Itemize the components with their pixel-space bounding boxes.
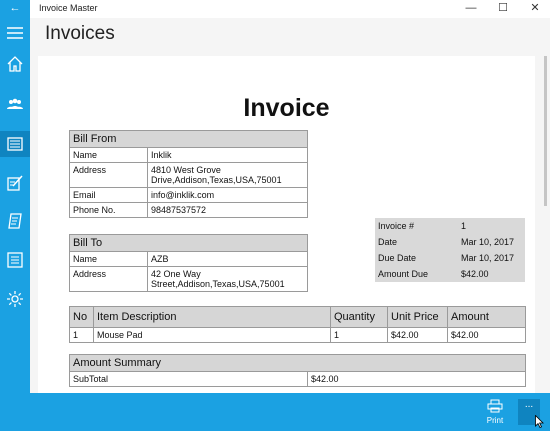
- table-cell: 1: [330, 327, 388, 343]
- meta-row-date: Date Mar 10, 2017: [375, 234, 525, 250]
- home-icon: [7, 56, 23, 72]
- bill-from-name-value: Inklik: [147, 147, 308, 163]
- bill-to-address-label: Address: [69, 266, 148, 292]
- meta-row-invoice-number: Invoice # 1: [375, 218, 525, 234]
- table-cell: $42.00: [387, 327, 448, 343]
- subtotal-label: SubTotal: [69, 371, 308, 387]
- more-icon: ...: [524, 399, 534, 410]
- edit-icon: [7, 175, 23, 191]
- sidebar-item-reports[interactable]: [0, 247, 30, 273]
- table-cell: $42.00: [447, 327, 526, 343]
- sidebar-item-customers[interactable]: [0, 91, 30, 117]
- sidebar-item-settings[interactable]: [0, 286, 30, 312]
- invoice-meta-box: Invoice # 1 Date Mar 10, 2017 Due Date Mar …: [375, 218, 525, 282]
- table-cell: 1: [69, 327, 94, 343]
- meta-label: Invoice #: [378, 221, 415, 231]
- bill-from-phone-value: 98487537572: [147, 202, 308, 218]
- sidebar-item-edit[interactable]: [0, 170, 30, 196]
- print-icon: [487, 399, 503, 413]
- meta-label: Due Date: [378, 253, 417, 263]
- scrollbar-thumb[interactable]: [544, 56, 547, 206]
- bill-to-name-value: AZB: [147, 251, 308, 267]
- amount-summary-heading: Amount Summary: [69, 354, 526, 372]
- table-row: 1 Mouse Pad 1 $42.00 $42.00: [69, 327, 526, 343]
- minimize-icon: —: [465, 2, 477, 14]
- table-cell: Mouse Pad: [93, 327, 331, 343]
- bill-from-address-line2: Drive,Addison,Texas,USA,75001: [151, 175, 282, 185]
- print-label: Print: [486, 416, 504, 425]
- sidebar: [0, 18, 30, 431]
- print-button[interactable]: Print: [480, 399, 510, 429]
- vertical-scrollbar[interactable]: [542, 56, 548, 393]
- meta-row-amount-due: Amount Due $42.00: [375, 266, 525, 282]
- hamburger-menu-button[interactable]: [0, 20, 30, 46]
- settings-icon: [7, 291, 23, 307]
- bill-to-heading: Bill To: [69, 234, 308, 252]
- amount-summary-table: Amount Summary SubTotal $42.00: [69, 354, 526, 387]
- bill-to-table: Bill To Name AZB Address 42 One Way Street,…: [69, 234, 308, 292]
- mouse-cursor-icon: [535, 415, 544, 428]
- bill-to-address-line1: 42 One Way: [151, 269, 201, 279]
- maximize-button[interactable]: ☐: [488, 0, 518, 18]
- meta-value: Mar 10, 2017: [461, 237, 515, 247]
- invoice-document: Invoice Bill From Name Inklik Address 4810…: [38, 56, 535, 393]
- meta-value: Mar 10, 2017: [461, 253, 515, 263]
- bill-from-address-label: Address: [69, 162, 148, 188]
- receipt-icon: [8, 213, 22, 229]
- column-header: Amount: [447, 306, 526, 328]
- app-title: Invoice Master: [39, 3, 98, 13]
- column-header: Item Description: [93, 306, 331, 328]
- sidebar-item-invoices[interactable]: [0, 131, 30, 157]
- page-title: Invoices: [45, 23, 115, 44]
- meta-label: Amount Due: [378, 269, 429, 279]
- bill-to-address-value: 42 One Way Street,Addison,Texas,USA,75001: [147, 266, 308, 292]
- bill-to-name-label: Name: [69, 251, 148, 267]
- maximize-icon: ☐: [498, 2, 508, 14]
- invoice-title: Invoice: [243, 94, 330, 122]
- close-icon: ✕: [530, 2, 540, 14]
- items-table: No Item Description Quantity Unit Price …: [69, 306, 526, 343]
- bill-from-address-line1: 4810 West Grove: [151, 165, 221, 175]
- page-header: Invoices: [30, 18, 550, 48]
- back-arrow-icon: ←: [9, 2, 21, 14]
- subtotal-value: $42.00: [307, 371, 526, 387]
- meta-label: Date: [378, 237, 398, 247]
- command-bar: Print ...: [30, 393, 550, 431]
- column-header: Unit Price: [387, 306, 448, 328]
- sidebar-item-receipts[interactable]: [0, 208, 30, 234]
- close-button[interactable]: ✕: [520, 0, 550, 18]
- bill-from-email-label: Email: [69, 187, 148, 203]
- list-icon: [7, 252, 23, 268]
- bill-from-phone-label: Phone No.: [69, 202, 148, 218]
- people-icon: [7, 98, 23, 109]
- meta-row-due-date: Due Date Mar 10, 2017: [375, 250, 525, 266]
- bill-to-address-line2: Street,Addison,Texas,USA,75001: [151, 279, 285, 289]
- meta-value: 1: [461, 221, 467, 231]
- invoice-preview-area[interactable]: Invoice Bill From Name Inklik Address 4810…: [30, 48, 550, 393]
- sidebar-item-home[interactable]: [0, 51, 30, 77]
- bill-from-heading: Bill From: [69, 130, 308, 148]
- bill-from-name-label: Name: [69, 147, 148, 163]
- title-bar: ← Invoice Master — ☐ ✕: [0, 0, 550, 18]
- invoice-list-icon: [7, 137, 23, 151]
- bill-from-email-value: info@inklik.com: [147, 187, 308, 203]
- column-header: No: [69, 306, 94, 328]
- back-button[interactable]: ←: [0, 0, 30, 18]
- meta-value: $42.00: [461, 269, 489, 279]
- hamburger-icon: [7, 27, 23, 39]
- column-header: Quantity: [330, 306, 388, 328]
- bill-from-table: Bill From Name Inklik Address 4810 West Gr…: [69, 130, 308, 218]
- bill-from-address-value: 4810 West Grove Drive,Addison,Texas,USA,7…: [147, 162, 308, 188]
- minimize-button[interactable]: —: [456, 0, 486, 18]
